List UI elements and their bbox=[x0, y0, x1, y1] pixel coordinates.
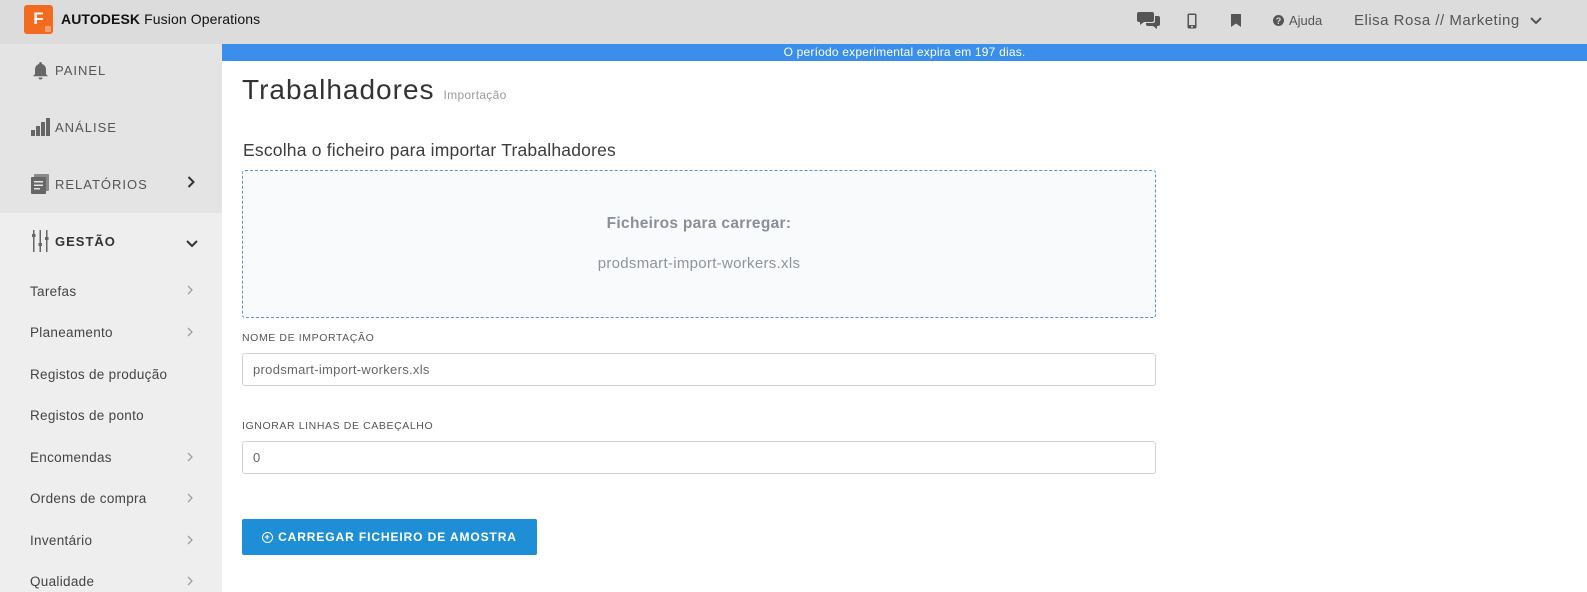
sidebar-item-relatorios[interactable]: RELATÓRIOS bbox=[30, 174, 148, 194]
chevron-right-icon bbox=[187, 576, 193, 589]
import-name-label: NOME DE IMPORTAÇÃO bbox=[242, 332, 375, 344]
sidebar-subitem-qualidade[interactable]: Qualidade bbox=[30, 574, 94, 589]
help-label: Ajuda bbox=[1289, 13, 1323, 28]
sidebar-subitem-label: Registos de ponto bbox=[30, 408, 144, 423]
sidebar-item-painel[interactable]: PAINEL bbox=[30, 60, 106, 80]
dropzone-file-name: prodsmart-import-workers.xls bbox=[597, 255, 801, 272]
sidebar-subitem-tarefas[interactable]: Tarefas bbox=[30, 284, 76, 299]
brand-name: Fusion Operations bbox=[144, 11, 261, 27]
dropzone-title: Ficheiros para carregar: bbox=[606, 215, 792, 232]
sidebar-subitem-label: Encomendas bbox=[30, 450, 112, 465]
trial-banner: O período experimental expira em 197 dia… bbox=[222, 44, 1587, 61]
chevron-right-icon bbox=[187, 285, 193, 298]
page-title-text: Trabalhadores bbox=[242, 74, 435, 105]
help-link[interactable]: ? Ajuda bbox=[1273, 13, 1322, 28]
brand-text: AUTODESK Fusion Operations bbox=[61, 11, 260, 27]
sidebar-subitem-ordens-compra[interactable]: Ordens de compra bbox=[30, 491, 147, 506]
file-dropzone[interactable]: Ficheiros para carregar: prodsmart-impor… bbox=[242, 170, 1156, 318]
sidebar-subitem-label: Tarefas bbox=[30, 284, 77, 299]
sidebar-item-analise[interactable]: ANÁLISE bbox=[30, 117, 117, 137]
sidebar-subitem-label: Registos de produção bbox=[30, 367, 168, 382]
trial-banner-text: O período experimental expira em 197 dia… bbox=[783, 45, 1026, 59]
reports-icon bbox=[30, 174, 50, 194]
skip-header-label: IGNORAR LINHAS DE CABEÇALHO bbox=[242, 420, 434, 432]
sidebar-item-label: RELATÓRIOS bbox=[55, 176, 148, 192]
user-label: Elisa Rosa // Marketing bbox=[1354, 12, 1520, 29]
plus-circle-icon: + bbox=[262, 531, 274, 543]
sidebar-subitem-label: Qualidade bbox=[30, 574, 95, 589]
question-icon: ? bbox=[1273, 15, 1284, 26]
sidebar: PAINEL ANÁLISE RELATÓRIOS GESTÃO Tarefas… bbox=[0, 44, 222, 592]
page-title: Trabalhadores Importação bbox=[242, 74, 507, 106]
sidebar-subitem-label: Ordens de compra bbox=[30, 491, 147, 506]
sidebar-subitem-registos-producao[interactable]: Registos de produção bbox=[30, 367, 167, 382]
page-subtitle: Importação bbox=[443, 88, 507, 102]
sidebar-item-label: PAINEL bbox=[55, 62, 107, 78]
sidebar-subitem-registos-ponto[interactable]: Registos de ponto bbox=[30, 408, 144, 423]
sidebar-subitem-inventario[interactable]: Inventário bbox=[30, 533, 92, 548]
chevron-right-icon bbox=[187, 452, 193, 465]
sidebar-subitem-encomendas[interactable]: Encomendas bbox=[30, 450, 112, 465]
upload-sample-label: CARREGAR FICHEIRO DE AMOSTRA bbox=[278, 530, 517, 544]
chevron-down-icon bbox=[1530, 12, 1542, 29]
mobile-icon[interactable] bbox=[1187, 13, 1197, 34]
user-menu[interactable]: Elisa Rosa // Marketing bbox=[1354, 12, 1542, 29]
autodesk-logo-icon: F bbox=[24, 4, 53, 34]
sidebar-item-label: ANÁLISE bbox=[55, 119, 117, 135]
chat-icon[interactable] bbox=[1137, 10, 1161, 35]
bookmark-icon[interactable] bbox=[1231, 14, 1241, 32]
sidebar-subitem-planeamento[interactable]: Planeamento bbox=[30, 325, 113, 340]
chevron-down-icon[interactable] bbox=[186, 237, 198, 251]
bar-chart-icon bbox=[30, 117, 50, 137]
skip-header-input[interactable] bbox=[242, 441, 1156, 474]
top-bar: F AUTODESK Fusion Operations ? Ajuda Elis… bbox=[0, 0, 1587, 44]
sidebar-item-gestao[interactable]: GESTÃO bbox=[30, 230, 116, 252]
chevron-right-icon[interactable] bbox=[187, 176, 195, 191]
brand-bold: AUTODESK bbox=[61, 11, 141, 27]
section-heading: Escolha o ficheiro para importar Trabalh… bbox=[243, 140, 616, 160]
sidebar-item-label: GESTÃO bbox=[55, 233, 116, 249]
sidebar-subitem-label: Inventário bbox=[30, 533, 93, 548]
bell-icon bbox=[30, 60, 50, 80]
sidebar-subitem-label: Planeamento bbox=[30, 325, 113, 340]
brand[interactable]: F AUTODESK Fusion Operations bbox=[24, 4, 260, 34]
sliders-icon bbox=[30, 230, 50, 252]
import-name-input[interactable] bbox=[242, 353, 1156, 386]
chevron-right-icon bbox=[187, 493, 193, 506]
chevron-right-icon bbox=[187, 327, 193, 340]
chevron-right-icon bbox=[187, 535, 193, 548]
upload-sample-button[interactable]: + CARREGAR FICHEIRO DE AMOSTRA bbox=[242, 519, 537, 555]
